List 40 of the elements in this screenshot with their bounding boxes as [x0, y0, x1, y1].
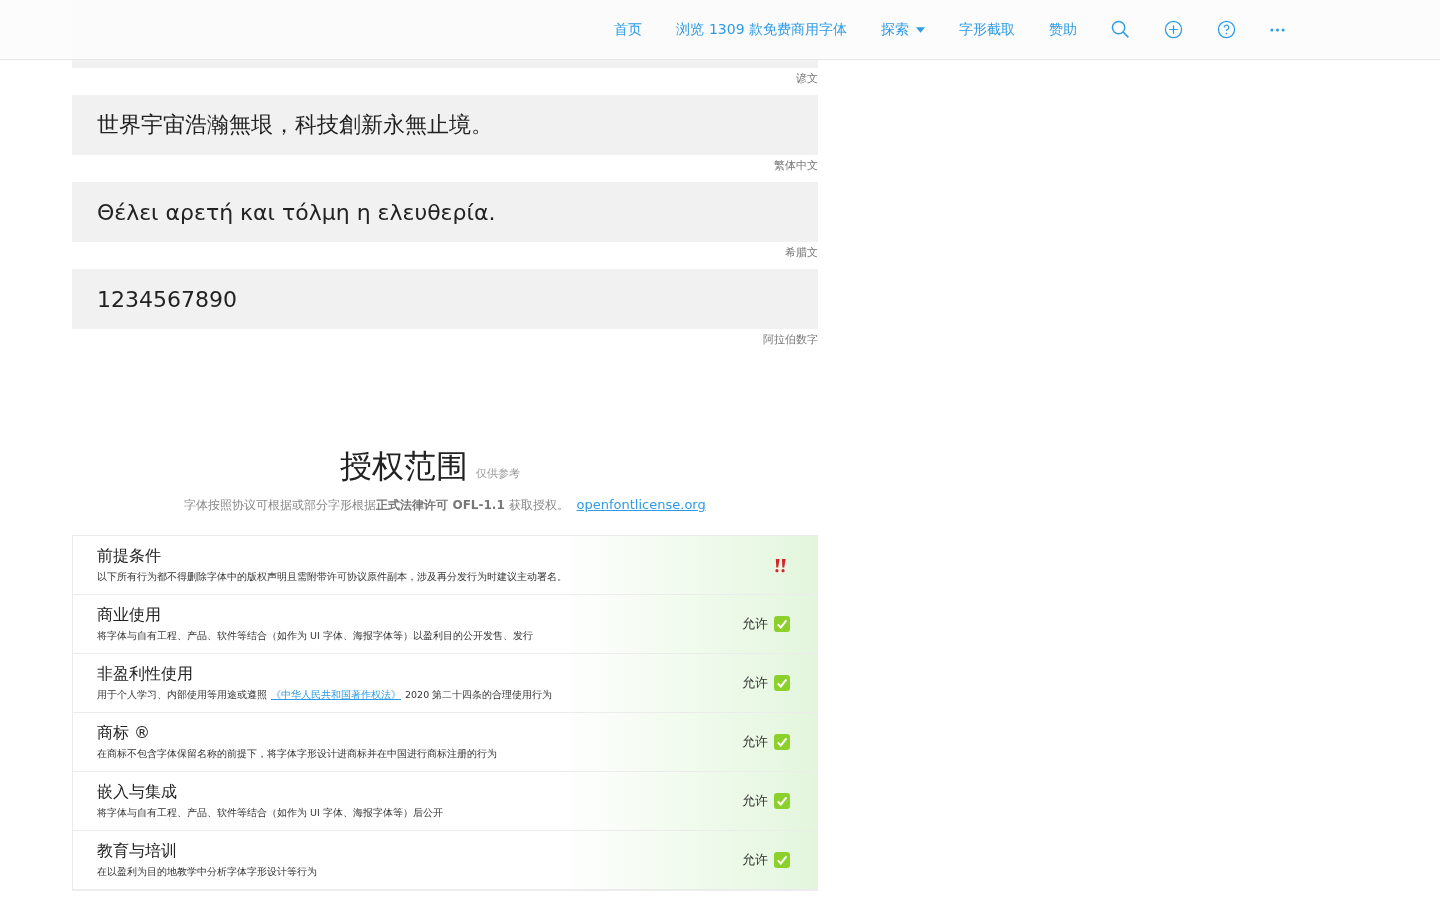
- nav-link[interactable]: 首页: [614, 20, 643, 39]
- exclamation-icon: [773, 557, 788, 573]
- caret-icon: [916, 26, 925, 33]
- help-icon[interactable]: [1217, 20, 1236, 39]
- row-title: 商业使用: [97, 605, 162, 626]
- more-icon[interactable]: [1270, 27, 1285, 32]
- sample-text: Θέλει αρετή και τόλμη η ελευθερία.: [97, 199, 496, 225]
- row-title: 商标 ®: [97, 723, 152, 744]
- row-title: 前提条件: [97, 546, 162, 567]
- license-link[interactable]: openfontlicense.org: [576, 497, 706, 512]
- language-label: 阿拉伯数字: [763, 332, 818, 348]
- status-text: 允许: [742, 733, 768, 751]
- row-description: 将字体与自有工程、产品、软件等结合（如作为 UI 字体、海报字体等）以盈利目的公开发售、发行: [97, 630, 533, 643]
- status-text: 允许: [742, 674, 768, 692]
- row-description: 以下所有行为都不得删除字体中的版权声明且需附带许可协议原件副本，涉及再分发行为时建议主动署名。: [97, 571, 567, 584]
- row-title: 嵌入与集成: [97, 782, 178, 803]
- language-label: 繁体中文: [774, 158, 818, 174]
- add-circle-icon[interactable]: [1164, 20, 1183, 39]
- row-description: 在商标不包含字体保留名称的前提下，将字体字形设计进商标并在中国进行商标注册的行为: [97, 748, 497, 761]
- status-text: 允许: [742, 851, 768, 869]
- nav-link[interactable]: 探索: [881, 20, 925, 39]
- section-note: 仅供参考: [476, 466, 520, 481]
- nav-link[interactable]: 字形截取: [959, 20, 1015, 39]
- nav-link[interactable]: 赞助: [1049, 20, 1077, 39]
- law-link[interactable]: 《中华人民共和国著作权法》: [271, 689, 401, 700]
- row-title: 教育与培训: [97, 841, 178, 862]
- language-label: 希腊文: [785, 245, 818, 261]
- section-title: 授权范围: [340, 446, 468, 487]
- sample-text: 1234567890: [97, 286, 237, 312]
- row-description: 用于个人学习、内部使用等用途或遵照 《中华人民共和国著作权法》 2020 第二十四条的合理使用行为: [97, 689, 553, 702]
- row-description: 将字体与自有工程、产品、软件等结合（如作为 UI 字体、海报字体等）后公开: [97, 807, 443, 820]
- row-title: 非盈利性使用: [97, 664, 194, 685]
- language-label: 谚文: [796, 71, 818, 87]
- license-description: 字体按照协议可根据或部分字形根据正式法律许可 OFL-1.1 获取授权。: [184, 497, 569, 514]
- nav-link[interactable]: 浏览 1309 款免费商用字体: [676, 20, 847, 39]
- sample-text: 世界宇宙浩瀚無垠，科技創新永無止境。: [97, 111, 493, 139]
- status-text: 允许: [742, 615, 768, 633]
- search-icon[interactable]: [1111, 20, 1130, 39]
- row-description: 在以盈利为目的地教学中分析字体字形设计等行为: [97, 866, 317, 879]
- status-text: 允许: [742, 792, 768, 810]
